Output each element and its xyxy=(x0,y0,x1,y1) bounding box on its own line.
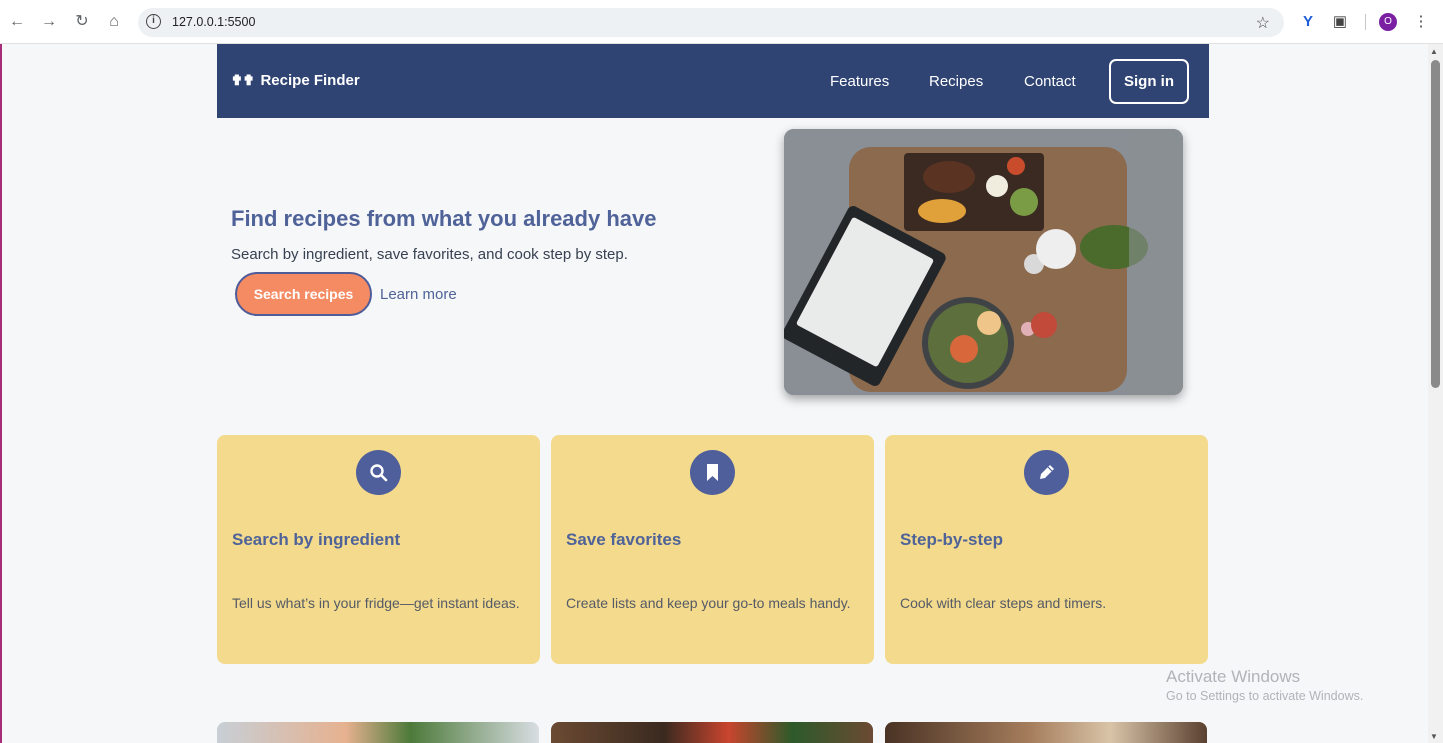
activation-watermark-subtitle: Go to Settings to activate Windows. xyxy=(1166,689,1364,703)
feature-card-steps: Step-by-step Cook with clear steps and t… xyxy=(885,435,1208,664)
feature-card-save: Save favorites Create lists and keep you… xyxy=(551,435,874,664)
toolbar-divider xyxy=(1365,14,1366,30)
feature-title: Search by ingredient xyxy=(232,530,401,549)
scroll-up-arrow-icon[interactable]: ▲ xyxy=(1430,47,1438,56)
pencil-icon xyxy=(1024,450,1069,495)
nav-link-features[interactable]: Features xyxy=(830,73,889,90)
hero-food-photo xyxy=(784,129,1183,395)
nav-link-contact[interactable]: Contact xyxy=(1024,73,1076,90)
scrollbar-thumb[interactable] xyxy=(1431,60,1440,388)
feature-text: Cook with clear steps and timers. xyxy=(900,595,1107,611)
search-icon xyxy=(356,450,401,495)
forward-icon[interactable]: → xyxy=(38,11,60,33)
hero-subtitle: Search by ingredient, save favorites, an… xyxy=(231,246,628,263)
url-text: 127.0.0.1:5500 xyxy=(172,15,256,29)
feature-title: Step-by-step xyxy=(900,530,1003,549)
brand-name: Recipe Finder xyxy=(260,72,360,89)
menu-kebab-icon[interactable]: ⋮ xyxy=(1411,12,1431,32)
profile-avatar[interactable]: O xyxy=(1379,13,1397,31)
learn-more-link[interactable]: Learn more xyxy=(380,286,457,303)
feature-card-search: Search by ingredient Tell us what’s in y… xyxy=(217,435,540,664)
feature-title: Save favorites xyxy=(566,530,682,549)
home-icon[interactable]: ⌂ xyxy=(103,11,125,33)
site-info-icon[interactable]: i xyxy=(146,14,161,29)
activation-watermark-title: Activate Windows xyxy=(1166,667,1301,686)
brand-logo[interactable]: ✟✟ Recipe Finder xyxy=(231,72,360,89)
back-icon[interactable]: ← xyxy=(6,11,28,33)
recipe-thumbnail[interactable] xyxy=(217,722,539,743)
site-header: ✟✟ Recipe Finder Features Recipes Contact… xyxy=(217,44,1209,118)
reload-icon[interactable]: ↻ xyxy=(71,11,93,33)
address-bar[interactable]: i 127.0.0.1:5500 ☆ xyxy=(138,8,1284,37)
bookmark-star-icon[interactable]: ☆ xyxy=(1256,13,1270,33)
utensils-icon: ✟✟ xyxy=(231,72,255,88)
sign-in-button[interactable]: Sign in xyxy=(1109,59,1189,104)
recipe-thumbnail[interactable] xyxy=(885,722,1207,743)
scroll-down-arrow-icon[interactable]: ▼ xyxy=(1430,732,1438,741)
feature-text: Tell us what’s in your fridge—get instan… xyxy=(232,595,520,611)
extensions-puzzle-icon[interactable]: ▣ xyxy=(1330,12,1350,32)
hero-title: Find recipes from what you already have xyxy=(231,206,657,231)
window-border xyxy=(0,44,2,743)
recipe-thumbnail[interactable] xyxy=(551,722,873,743)
nav-link-recipes[interactable]: Recipes xyxy=(929,73,983,90)
bookmark-icon xyxy=(690,450,735,495)
feature-text: Create lists and keep your go-to meals h… xyxy=(566,595,851,611)
search-recipes-button[interactable]: Search recipes xyxy=(235,272,372,316)
extension-icon[interactable]: Y xyxy=(1298,12,1318,32)
browser-toolbar: ← → ↻ ⌂ i 127.0.0.1:5500 ☆ Y ▣ O ⋮ xyxy=(0,0,1443,44)
